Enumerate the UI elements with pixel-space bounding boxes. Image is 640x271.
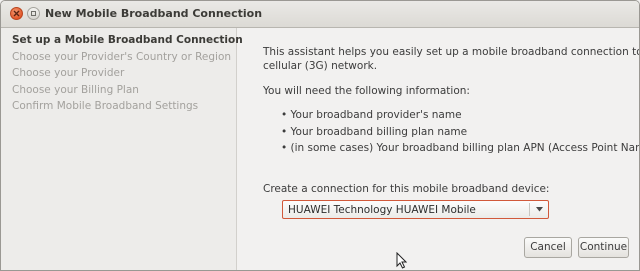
bullet-provider-name: • Your broadband provider's name (281, 109, 462, 121)
window-title: New Mobile Broadband Connection (45, 7, 263, 20)
intro-text-line2: cellular (3G) network. (263, 60, 378, 72)
need-info-text: You will need the following information: (263, 85, 470, 97)
cancel-button[interactable]: Cancel (524, 237, 572, 258)
step-setup: Set up a Mobile Broadband Connection (12, 34, 243, 46)
device-label: Create a connection for this mobile broa… (263, 183, 550, 195)
device-select-value: HUAWEI Technology HUAWEI Mobile (288, 204, 476, 216)
minimize-icon[interactable] (27, 7, 40, 20)
step-billing-plan: Choose your Billing Plan (12, 84, 139, 96)
chevron-down-icon (536, 207, 543, 212)
bullet-apn: • (in some cases) Your broadband billing… (281, 142, 640, 154)
mouse-pointer-icon (396, 252, 407, 269)
intro-text-line1: This assistant helps you easily set up a… (263, 46, 640, 58)
bullet-plan-name: • Your broadband billing plan name (281, 126, 468, 138)
step-confirm: Confirm Mobile Broadband Settings (12, 100, 199, 112)
close-icon[interactable] (10, 7, 23, 20)
continue-button[interactable]: Continue (578, 237, 629, 258)
title-bar[interactable]: New Mobile Broadband Connection (1, 1, 639, 28)
step-provider: Choose your Provider (12, 67, 125, 79)
assistant-content: This assistant helps you easily set up a… (237, 28, 639, 270)
combo-separator (529, 203, 530, 216)
step-country: Choose your Provider's Country or Region (12, 51, 232, 63)
assistant-steps-sidebar: Set up a Mobile Broadband Connection Cho… (1, 28, 243, 270)
dialog-window: New Mobile Broadband Connection Set up a… (0, 0, 640, 271)
device-select[interactable]: HUAWEI Technology HUAWEI Mobile (282, 200, 549, 219)
